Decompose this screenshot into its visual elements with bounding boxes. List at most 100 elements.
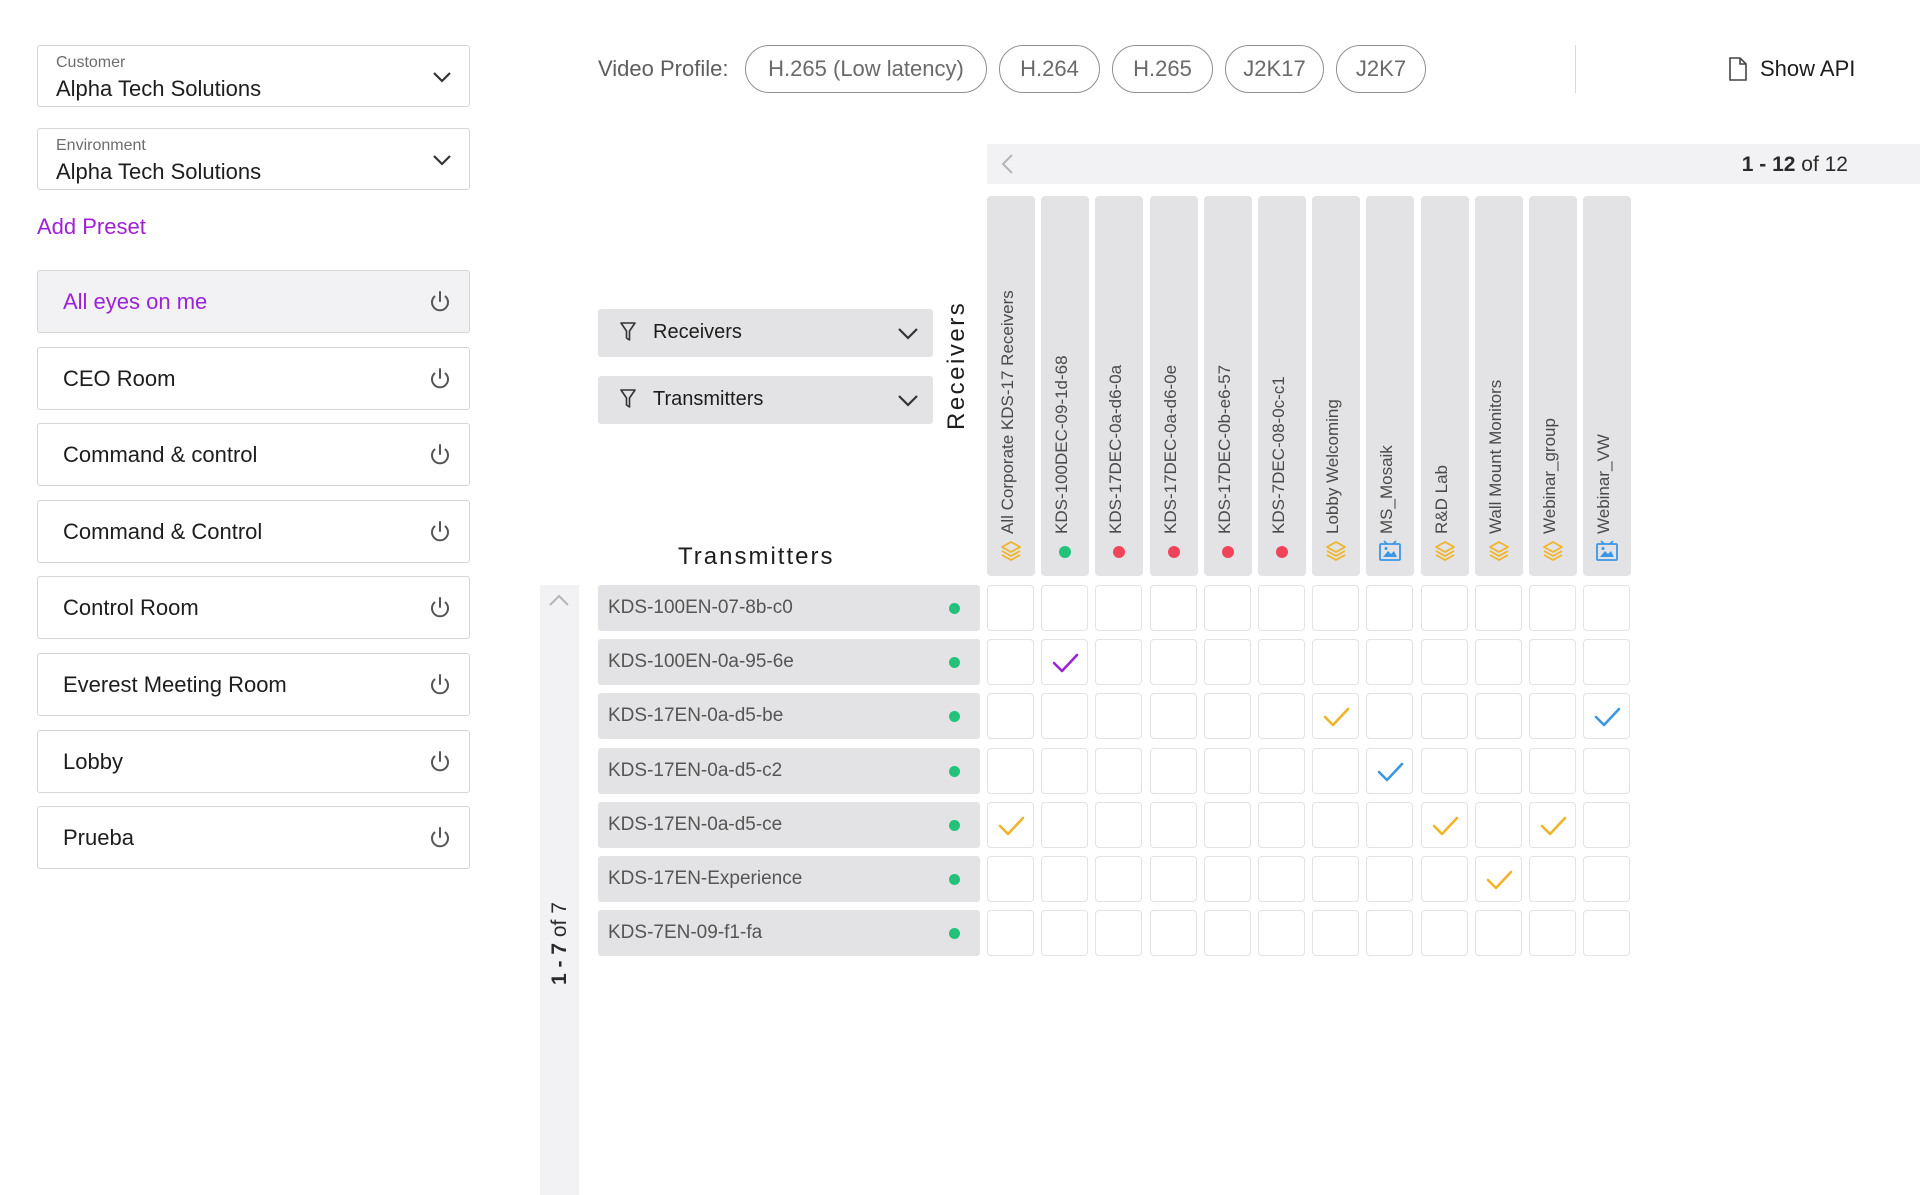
route-cell[interactable] xyxy=(1421,802,1468,848)
route-cell[interactable] xyxy=(1421,585,1468,631)
receiver-column-header[interactable]: KDS-17DEC-0a-d6-0a xyxy=(1095,196,1143,576)
transmitter-row[interactable]: KDS-17EN-0a-d5-c2 xyxy=(598,748,980,794)
route-cell[interactable] xyxy=(1095,748,1142,794)
route-cell[interactable] xyxy=(987,693,1034,739)
route-cell[interactable] xyxy=(1041,639,1088,685)
route-cell[interactable] xyxy=(987,910,1034,956)
transmitter-row[interactable]: KDS-100EN-0a-95-6e xyxy=(598,639,980,685)
route-cell[interactable] xyxy=(1041,748,1088,794)
power-icon[interactable] xyxy=(427,519,453,545)
power-icon[interactable] xyxy=(427,442,453,468)
power-icon[interactable] xyxy=(427,595,453,621)
route-cell[interactable] xyxy=(1529,693,1576,739)
preset-item[interactable]: Prueba xyxy=(37,806,470,869)
route-cell[interactable] xyxy=(1095,639,1142,685)
route-cell[interactable] xyxy=(1204,639,1251,685)
route-cell[interactable] xyxy=(1150,585,1197,631)
route-cell[interactable] xyxy=(1366,802,1413,848)
transmitter-row[interactable]: KDS-7EN-09-f1-fa xyxy=(598,910,980,956)
environment-select[interactable]: Environment Alpha Tech Solutions xyxy=(37,128,470,190)
route-cell[interactable] xyxy=(1041,585,1088,631)
profile-chip-h265[interactable]: H.265 xyxy=(1112,45,1213,93)
route-cell[interactable] xyxy=(1475,693,1522,739)
preset-item[interactable]: Lobby xyxy=(37,730,470,793)
transmitter-row[interactable]: KDS-17EN-Experience xyxy=(598,856,980,902)
receiver-column-header[interactable]: Webinar_VW xyxy=(1583,196,1631,576)
route-cell[interactable] xyxy=(1041,802,1088,848)
route-cell[interactable] xyxy=(1421,639,1468,685)
route-cell[interactable] xyxy=(1204,802,1251,848)
route-cell[interactable] xyxy=(1583,585,1630,631)
show-api-button[interactable]: Show API xyxy=(1728,56,1855,82)
route-cell[interactable] xyxy=(1421,910,1468,956)
route-cell[interactable] xyxy=(987,585,1034,631)
route-cell[interactable] xyxy=(1258,802,1305,848)
route-cell[interactable] xyxy=(1150,639,1197,685)
route-cell[interactable] xyxy=(1041,910,1088,956)
route-cell[interactable] xyxy=(1041,693,1088,739)
receiver-column-header[interactable]: Webinar_group xyxy=(1529,196,1577,576)
route-cell[interactable] xyxy=(1258,748,1305,794)
power-icon[interactable] xyxy=(427,672,453,698)
route-cell[interactable] xyxy=(1475,910,1522,956)
route-cell[interactable] xyxy=(1258,639,1305,685)
route-cell[interactable] xyxy=(1475,802,1522,848)
route-cell[interactable] xyxy=(1204,910,1251,956)
route-cell[interactable] xyxy=(1529,585,1576,631)
profile-chip-j2k17[interactable]: J2K17 xyxy=(1225,45,1324,93)
receiver-column-header[interactable]: Lobby Welcoming xyxy=(1312,196,1360,576)
route-cell[interactable] xyxy=(1150,910,1197,956)
receivers-filter[interactable]: Receivers xyxy=(598,309,933,357)
route-cell[interactable] xyxy=(1312,856,1359,902)
route-cell[interactable] xyxy=(1041,856,1088,902)
power-icon[interactable] xyxy=(427,366,453,392)
customer-select[interactable]: Customer Alpha Tech Solutions xyxy=(37,45,470,107)
profile-chip-j2k7[interactable]: J2K7 xyxy=(1336,45,1426,93)
route-cell[interactable] xyxy=(1312,639,1359,685)
route-cell[interactable] xyxy=(987,639,1034,685)
route-cell[interactable] xyxy=(1366,693,1413,739)
route-cell[interactable] xyxy=(1421,856,1468,902)
receiver-column-header[interactable]: KDS-7DEC-08-0c-c1 xyxy=(1258,196,1306,576)
route-cell[interactable] xyxy=(1421,693,1468,739)
route-cell[interactable] xyxy=(1475,748,1522,794)
chevron-left-icon[interactable] xyxy=(997,152,1019,176)
route-cell[interactable] xyxy=(1583,856,1630,902)
route-cell[interactable] xyxy=(1366,856,1413,902)
receiver-column-header[interactable]: KDS-17DEC-0b-e6-57 xyxy=(1204,196,1252,576)
preset-item[interactable]: CEO Room xyxy=(37,347,470,410)
route-cell[interactable] xyxy=(1095,693,1142,739)
transmitter-row[interactable]: KDS-100EN-07-8b-c0 xyxy=(598,585,980,631)
profile-chip-h265-low-latency[interactable]: H.265 (Low latency) xyxy=(745,45,987,93)
route-cell[interactable] xyxy=(1150,856,1197,902)
route-cell[interactable] xyxy=(1095,856,1142,902)
route-cell[interactable] xyxy=(1258,693,1305,739)
route-cell[interactable] xyxy=(1312,693,1359,739)
route-cell[interactable] xyxy=(1529,856,1576,902)
route-cell[interactable] xyxy=(1583,639,1630,685)
route-cell[interactable] xyxy=(987,856,1034,902)
route-cell[interactable] xyxy=(1366,910,1413,956)
preset-item[interactable]: Everest Meeting Room xyxy=(37,653,470,716)
preset-item[interactable]: Command & control xyxy=(37,423,470,486)
transmitter-row[interactable]: KDS-17EN-0a-d5-ce xyxy=(598,802,980,848)
profile-chip-h264[interactable]: H.264 xyxy=(999,45,1100,93)
route-cell[interactable] xyxy=(1421,748,1468,794)
chevron-up-icon[interactable] xyxy=(548,593,570,607)
preset-item[interactable]: Control Room xyxy=(37,576,470,639)
receiver-column-header[interactable]: KDS-17DEC-0a-d6-0e xyxy=(1150,196,1198,576)
route-cell[interactable] xyxy=(1150,802,1197,848)
route-cell[interactable] xyxy=(1258,856,1305,902)
route-cell[interactable] xyxy=(1312,802,1359,848)
route-cell[interactable] xyxy=(1366,748,1413,794)
route-cell[interactable] xyxy=(1529,802,1576,848)
power-icon[interactable] xyxy=(427,749,453,775)
route-cell[interactable] xyxy=(1583,748,1630,794)
add-preset-link[interactable]: Add Preset xyxy=(37,214,146,240)
receiver-column-header[interactable]: KDS-100DEC-09-1d-68 xyxy=(1041,196,1089,576)
route-cell[interactable] xyxy=(987,802,1034,848)
transmitter-row[interactable]: KDS-17EN-0a-d5-be xyxy=(598,693,980,739)
preset-item[interactable]: Command & Control xyxy=(37,500,470,563)
route-cell[interactable] xyxy=(1204,693,1251,739)
route-cell[interactable] xyxy=(1150,693,1197,739)
